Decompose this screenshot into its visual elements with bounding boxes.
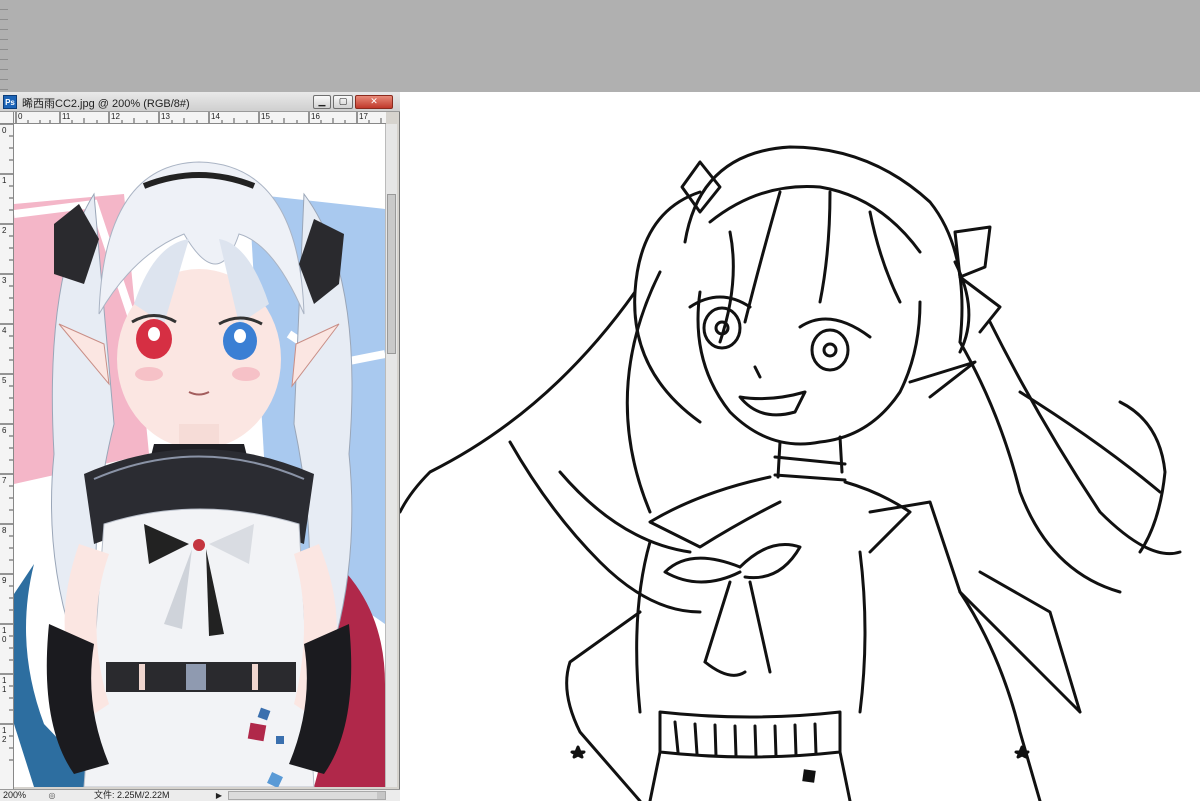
maximize-button[interactable]: ▢ (333, 95, 353, 109)
sketch-canvas[interactable] (400, 92, 1200, 801)
minimize-button[interactable]: ▁ (313, 95, 331, 109)
ruler-label-v: 1 2 (2, 726, 7, 744)
ruler-label-v: 1 (2, 176, 7, 185)
ruler-label-h: 15 (261, 112, 270, 121)
document-title: 晞西雨CC2.jpg @ 200% (RGB/8#) (22, 98, 190, 110)
reference-character-illustration (14, 124, 385, 787)
ruler-label-h: 13 (161, 112, 170, 121)
ruler-label-v: 4 (2, 326, 7, 335)
reference-image-canvas[interactable] (14, 124, 385, 787)
ruler-label-v: 2 (2, 226, 7, 235)
vertical-scrollbar-thumb[interactable] (387, 194, 396, 354)
ruler-label-v: 7 (2, 476, 7, 485)
horizontal-ruler[interactable]: 0 11 12 13 14 15 16 17 (14, 112, 386, 124)
ruler-label-v: 3 (2, 276, 7, 285)
ruler-label-h: 17 (359, 112, 368, 121)
horizontal-scrollbar-thumb[interactable] (377, 792, 385, 799)
status-info-icon[interactable]: ◎ (46, 790, 58, 801)
ruler-label-v: 5 (2, 376, 7, 385)
ruler-label-v: 0 (2, 126, 7, 135)
ruler-label-h: 0 (18, 112, 23, 121)
ruler-label-v: 1 1 (2, 676, 7, 694)
close-button[interactable]: ✕ (355, 95, 393, 109)
ruler-label-v: 1 0 (2, 626, 7, 644)
document-titlebar[interactable]: Ps 晞西雨CC2.jpg @ 200% (RGB/8#) ▁ ▢ ✕ (0, 92, 400, 112)
ruler-label-h: 14 (211, 112, 220, 121)
file-size-info[interactable]: 文件: 2.25M/2.22M (94, 790, 170, 801)
zoom-level-field[interactable]: 200% (3, 790, 26, 801)
horizontal-scrollbar[interactable] (228, 791, 386, 800)
status-menu-arrow-icon[interactable]: ▶ (214, 790, 224, 801)
ruler-label-v: 6 (2, 426, 7, 435)
ruler-origin[interactable] (0, 112, 14, 124)
ruler-label-v: 8 (2, 526, 7, 535)
photoshop-logo-icon: Ps (3, 95, 17, 109)
vertical-scrollbar[interactable] (385, 124, 397, 787)
ruler-label-v: 9 (2, 576, 7, 585)
vertical-ruler[interactable]: 0 1 2 3 4 5 6 7 8 9 1 0 1 1 1 2 (0, 124, 14, 789)
status-bar: 200% ◎ 文件: 2.25M/2.22M ▶ (0, 789, 400, 801)
ruler-label-h: 16 (311, 112, 320, 121)
line-art-sketch (400, 145, 1182, 801)
ruler-label-h: 11 (62, 112, 71, 121)
panel-edge-ruler (0, 0, 8, 92)
ruler-label-h: 12 (111, 112, 120, 121)
document-window[interactable]: Ps 晞西雨CC2.jpg @ 200% (RGB/8#) ▁ ▢ ✕ 0 11… (0, 92, 400, 801)
